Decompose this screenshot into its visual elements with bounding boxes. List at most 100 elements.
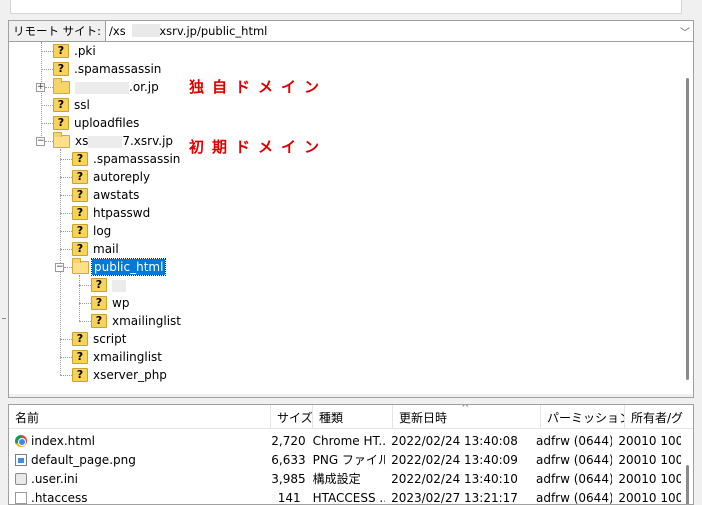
- domain-prefix: xs: [75, 134, 89, 148]
- collapse-minus-icon[interactable]: −: [55, 263, 64, 272]
- remote-directory-tree[interactable]: + − − ? .pki ? .spamassassin .or.jp ? ss…: [8, 42, 694, 398]
- annotation-initial-domain: 初期ドメイン: [189, 138, 328, 156]
- file-permission-text: adfrw (0644): [535, 433, 613, 448]
- tree-line: [79, 321, 91, 322]
- file-cell-modified: 2022/02/24 13:40:10: [385, 472, 530, 486]
- file-list-scrollbar[interactable]: [681, 429, 693, 504]
- tree-line: [79, 303, 91, 304]
- tree-node-custom-domain[interactable]: .or.jp: [53, 77, 161, 96]
- file-cell-modified: 2023/02/27 13:21:17: [385, 491, 530, 505]
- tree-node-mail[interactable]: ? mail: [72, 240, 121, 258]
- tree-node-htpasswd[interactable]: ? htpasswd: [72, 204, 152, 222]
- tree-line: [60, 195, 72, 196]
- remote-site-path-input[interactable]: /xs .xsrv.jp/public_html: [106, 21, 677, 41]
- chevron-down-icon[interactable]: ﹀: [677, 21, 693, 41]
- file-modified-text: 2023/02/27 13:21:17: [391, 490, 518, 505]
- tree-line: [41, 42, 42, 142]
- file-cell-type: Chrome HT...: [307, 434, 385, 448]
- file-size-text: 6,633: [271, 452, 306, 467]
- file-cell-modified: 2022/02/24 13:40:08: [385, 434, 530, 448]
- column-header-type[interactable]: 種類: [313, 405, 393, 429]
- tree-node-awstats[interactable]: ? awstats: [72, 186, 141, 204]
- tree-node-wp[interactable]: ? wp: [91, 294, 131, 312]
- file-name-text: .user.ini: [31, 471, 78, 486]
- tree-node-ssl[interactable]: ? ssl: [53, 96, 92, 114]
- unknown-folder-icon: ?: [91, 314, 107, 328]
- chrome-icon: [15, 434, 27, 447]
- column-header-size[interactable]: サイズ: [271, 405, 313, 429]
- column-header-name[interactable]: 名前: [9, 405, 271, 429]
- unknown-folder-icon: ?: [72, 350, 88, 364]
- file-modified-text: 2022/02/24 13:40:08: [391, 433, 518, 448]
- tree-node-public-xmailinglist[interactable]: ? xmailinglist: [91, 312, 183, 330]
- file-cell-type: 構成設定: [307, 470, 385, 487]
- tree-line: [45, 141, 53, 142]
- tree-node-autoreply[interactable]: ? autoreply: [72, 168, 152, 186]
- file-cell-owner: 20010 100: [612, 491, 681, 505]
- domain-suffix: 7.xsrv.jp: [122, 134, 174, 148]
- tree-line: [60, 375, 72, 376]
- file-name-text: index.html: [31, 433, 95, 448]
- sort-ascending-icon: ^: [461, 404, 470, 414]
- tree-line: [60, 213, 72, 214]
- file-cell-permission: adfrw (0644): [530, 491, 612, 505]
- tree-node-spamassassin[interactable]: ? .spamassassin: [53, 60, 163, 78]
- file-cell-permission: adfrw (0644): [530, 434, 612, 448]
- file-list-scrollbar-thumb[interactable]: [686, 465, 689, 504]
- file-owner-text: 20010 100: [618, 471, 681, 486]
- expand-plus-icon[interactable]: +: [36, 83, 45, 92]
- file-row[interactable]: default_page.png 6,633 PNG ファイル 2022/02/24 …: [9, 450, 681, 469]
- file-cell-permission: adfrw (0644): [530, 453, 612, 467]
- tree-node-label: wp: [112, 296, 130, 310]
- file-permission-text: adfrw (0644): [535, 471, 613, 486]
- tree-line: [79, 285, 91, 286]
- file-owner-text: 20010 100: [618, 452, 681, 467]
- file-type-text: HTACCESS ...: [312, 490, 386, 505]
- tree-line: [60, 231, 72, 232]
- file-cell-modified: 2022/02/24 13:40:09: [385, 453, 530, 467]
- unknown-folder-icon: ?: [53, 98, 69, 112]
- tree-line: [60, 339, 72, 340]
- tree-node-label: [110, 277, 128, 293]
- column-header-owner[interactable]: 所有者/グ: [625, 405, 693, 429]
- tree-node-initial-domain[interactable]: xs 7.xsrv.jp: [53, 131, 175, 150]
- tree-node-uploadfiles[interactable]: ? uploadfiles: [53, 114, 141, 132]
- tree-node-public-child-redacted[interactable]: ?: [91, 276, 128, 294]
- folder-icon: [53, 77, 70, 94]
- tree-node-public-html[interactable]: public_html: [72, 257, 167, 276]
- file-type-text: 構成設定: [312, 472, 361, 486]
- top-panel-edge: [10, 0, 682, 14]
- left-splitter[interactable]: [0, 42, 8, 505]
- file-row[interactable]: .user.ini 3,985 構成設定 2022/02/24 13:40:10 adf…: [9, 469, 681, 488]
- unknown-folder-icon: ?: [72, 242, 88, 256]
- tree-node-pki[interactable]: ? .pki: [53, 42, 98, 60]
- remote-site-label: リモート サイト:: [9, 21, 107, 41]
- file-cell-name: index.html: [9, 434, 265, 448]
- tree-node-label: .or.jp: [73, 79, 161, 95]
- file-modified-text: 2022/02/24 13:40:09: [391, 452, 518, 467]
- redaction: [88, 135, 123, 148]
- remote-file-list[interactable]: 名前 サイズ 種類 更新日時 パーミッション 所有者/グ ^ index.htm…: [8, 404, 694, 505]
- tree-scrollbar-thumb[interactable]: [686, 78, 689, 380]
- file-row[interactable]: index.html 2,720 Chrome HT... 2022/02/24 13…: [9, 431, 681, 450]
- collapse-minus-icon[interactable]: −: [36, 137, 45, 146]
- tree-node-label: xmailinglist: [112, 314, 181, 328]
- tree-node-label: log: [93, 224, 112, 238]
- tree-bottom-edge: [9, 394, 693, 397]
- unknown-folder-icon: ?: [53, 116, 69, 130]
- column-header-permission[interactable]: パーミッション: [541, 405, 625, 429]
- tree-node-sub-spamassassin[interactable]: ? .spamassassin: [72, 150, 182, 168]
- tree-node-xmailinglist[interactable]: ? xmailinglist: [72, 348, 164, 366]
- tree-node-script[interactable]: ? script: [72, 330, 128, 348]
- tree-line: [60, 177, 72, 178]
- file-row[interactable]: .htaccess 141 HTACCESS ... 2023/02/27 13:21…: [9, 488, 681, 505]
- tree-scrollbar[interactable]: [681, 42, 693, 397]
- remote-site-bar: リモート サイト: /xs .xsrv.jp/public_html ﹀: [8, 20, 694, 42]
- file-type-text: Chrome HT...: [312, 433, 386, 448]
- tree-node-xserver-php[interactable]: ? xserver_php: [72, 366, 169, 384]
- folder-open-icon: [53, 131, 70, 148]
- tree-node-label: ssl: [74, 98, 90, 112]
- tree-node-log[interactable]: ? log: [72, 222, 113, 240]
- tree-line: [41, 51, 53, 52]
- tree-line: [79, 275, 80, 321]
